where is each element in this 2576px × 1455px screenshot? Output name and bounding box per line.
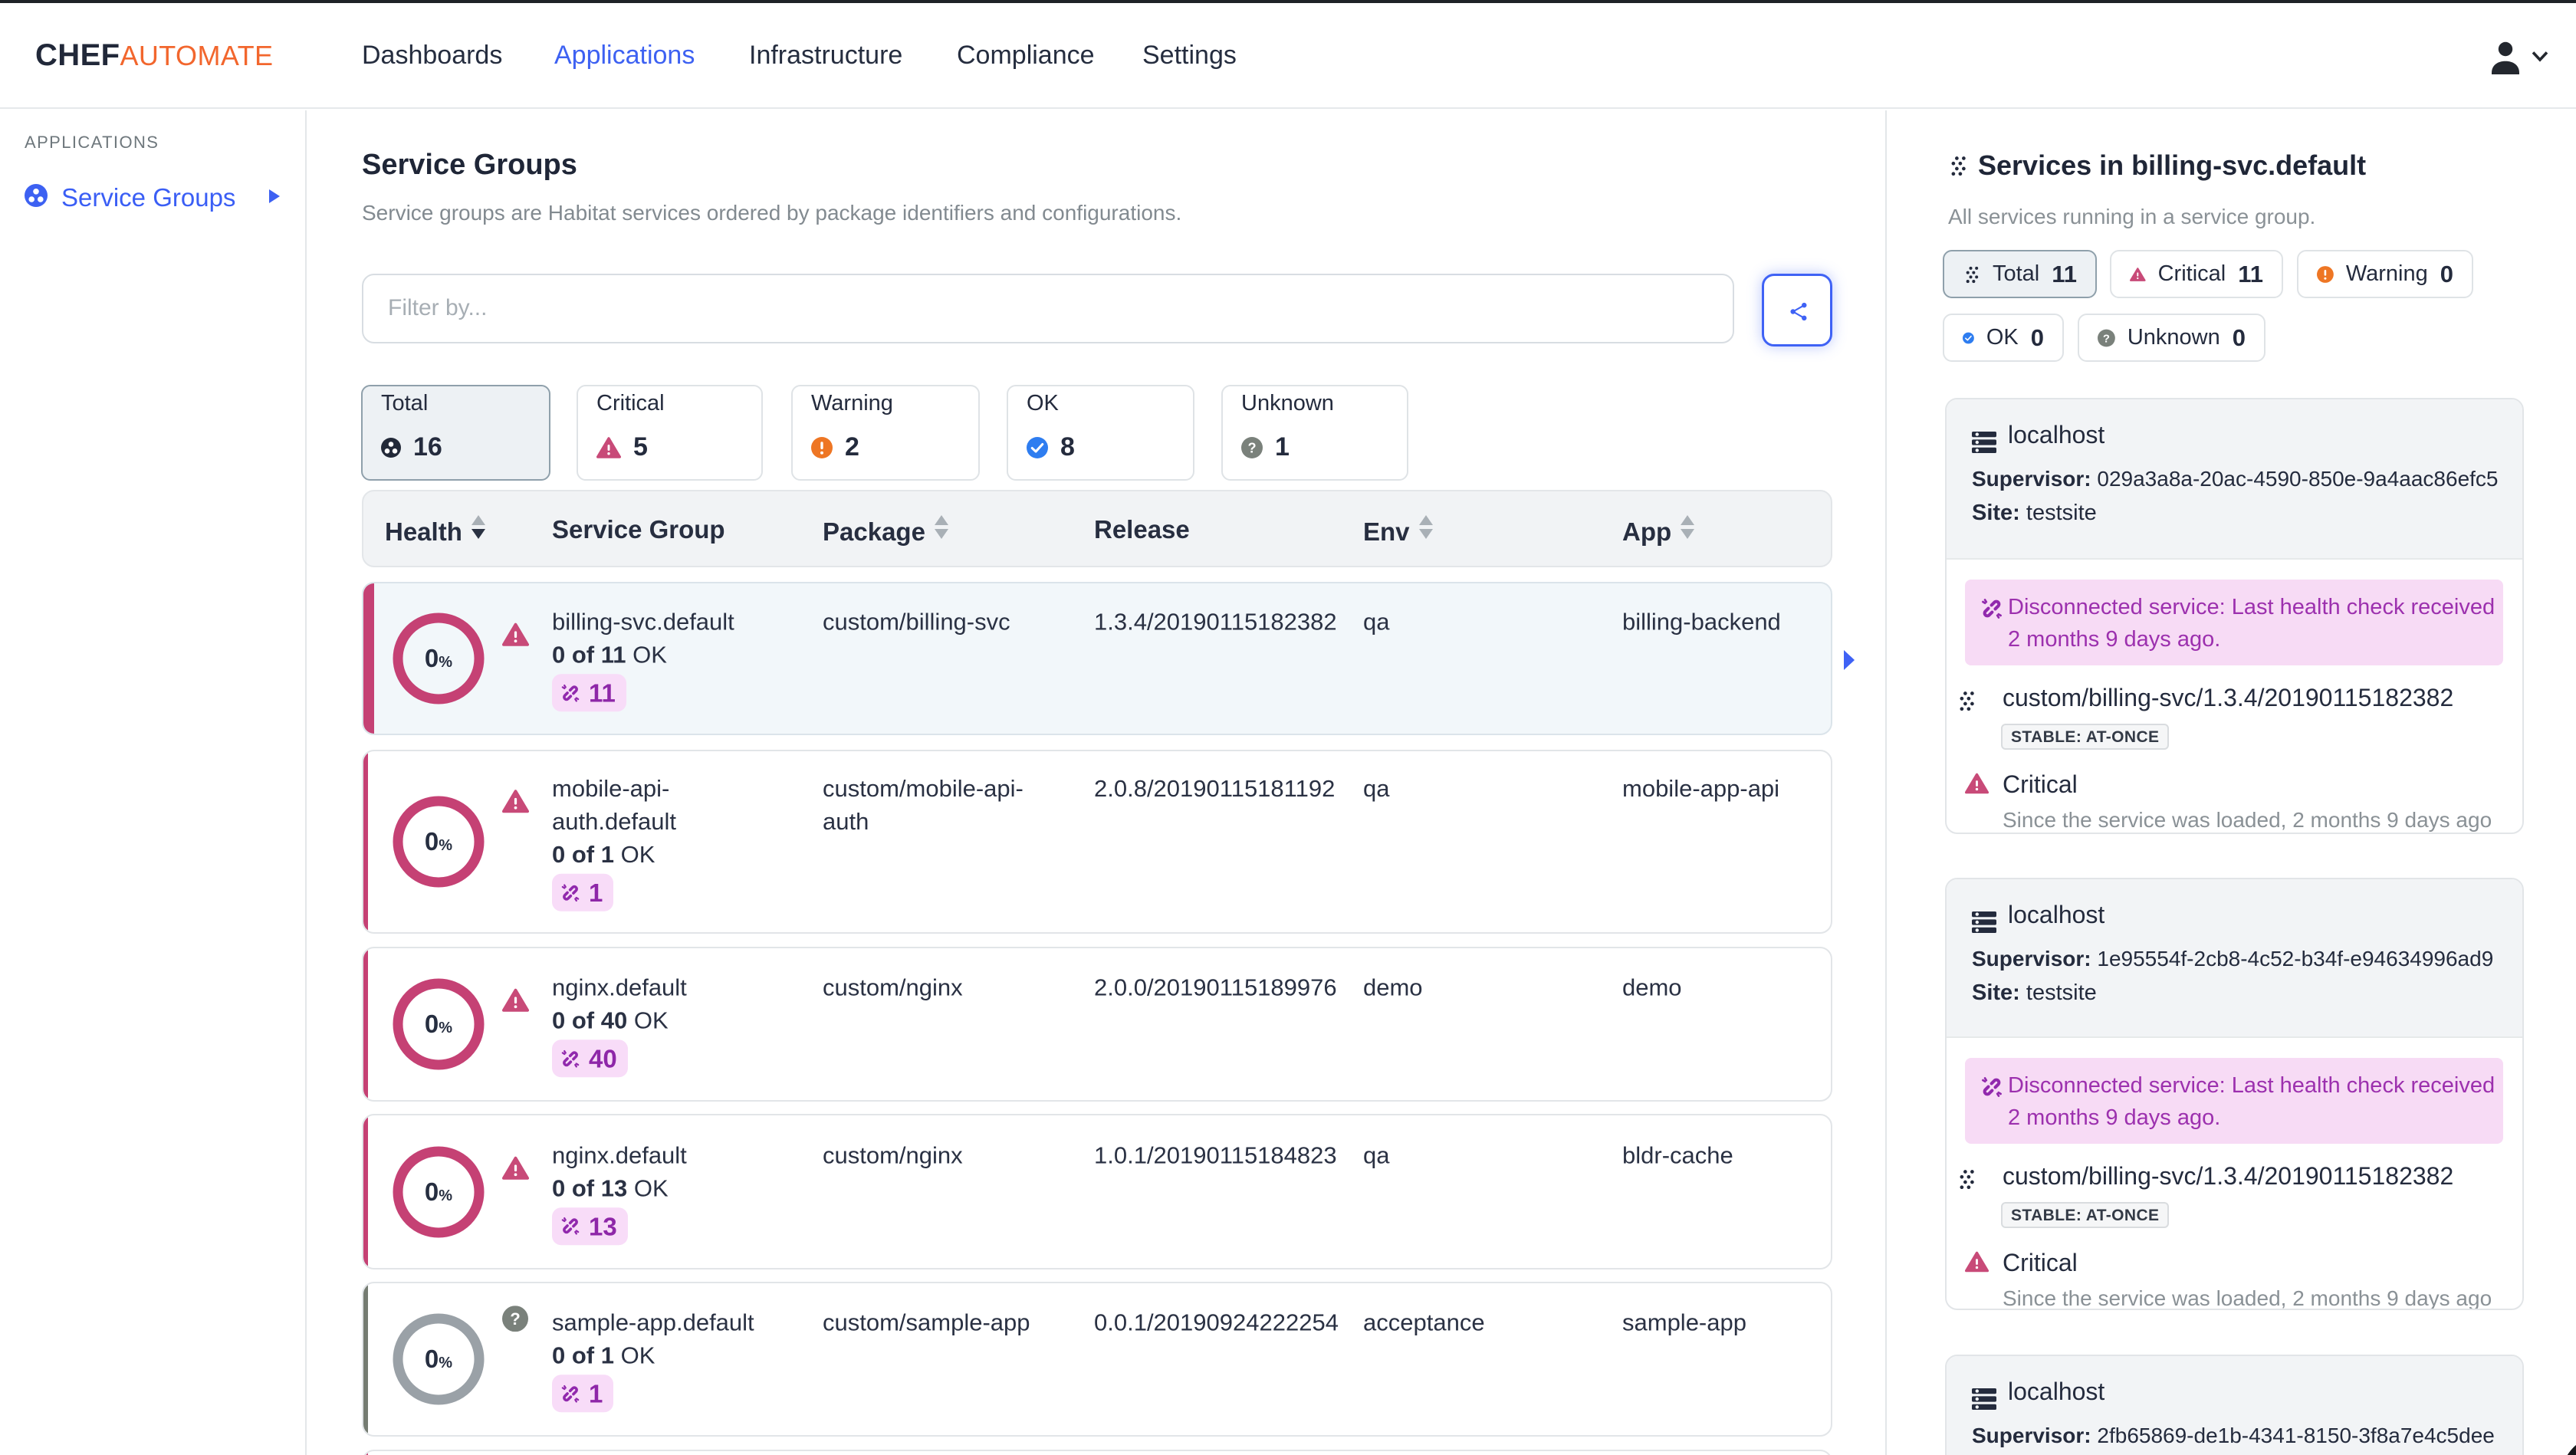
svg-text:?: ? (2103, 333, 2110, 345)
svg-text:?: ? (1247, 440, 1256, 455)
svg-text:?: ? (510, 1309, 521, 1329)
